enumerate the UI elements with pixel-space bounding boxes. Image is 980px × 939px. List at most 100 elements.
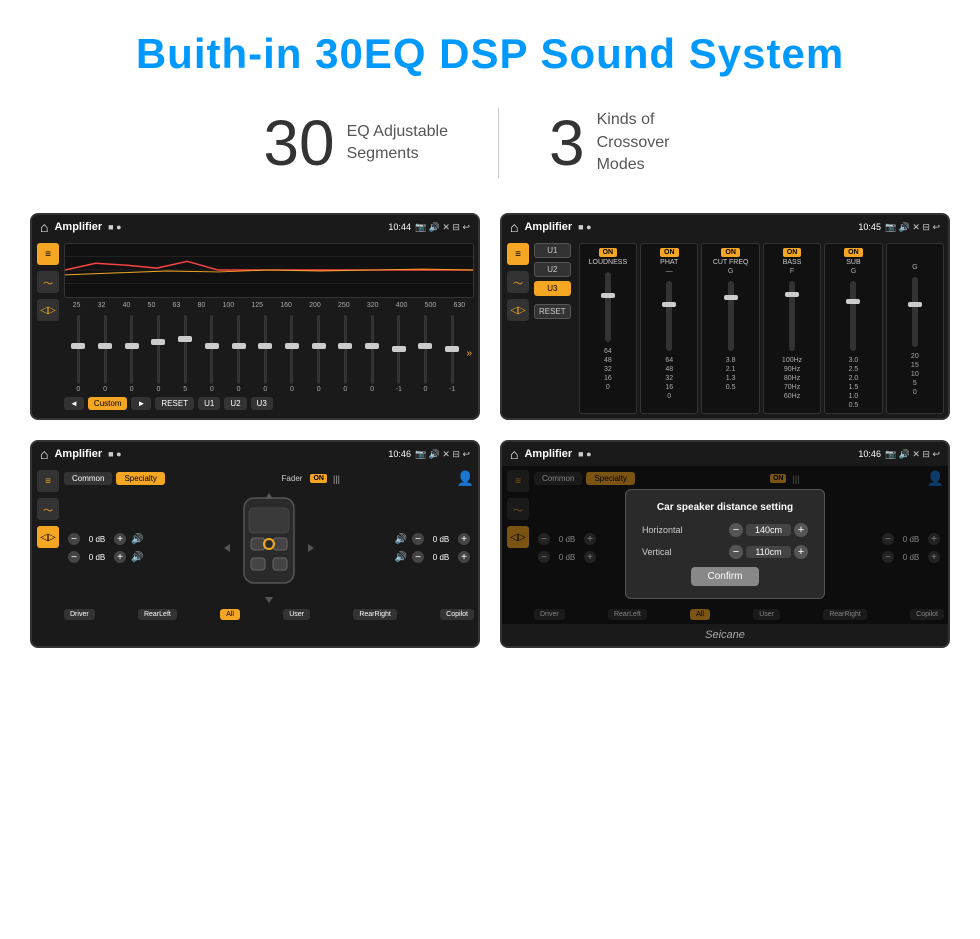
cv-cutfreq: ON CUT FREQ G 3.8 2.1 1.3 0.5	[701, 243, 759, 414]
right-controls: 🔊 − 0 dB + 🔊 − 0 dB +	[395, 533, 470, 563]
copilot-button[interactable]: Copilot	[440, 609, 474, 620]
sp-wave-icon[interactable]: 〜	[37, 498, 59, 520]
horizontal-value: 140cm	[746, 524, 791, 536]
screen4-status-icons: 📷 🔊 ✕ ⊟ ↩	[885, 449, 940, 460]
sub-label: SUB	[846, 259, 860, 266]
vertical-minus[interactable]: −	[729, 545, 743, 559]
vertical-plus[interactable]: +	[794, 545, 808, 559]
user-button[interactable]: User	[283, 609, 310, 620]
crossover-cols: ON LOUDNESS 64 48 32 16 0 ON PHAT —	[579, 243, 944, 414]
u1-preset[interactable]: U1	[534, 243, 571, 258]
screen3-top: Common Specialty Fader ON ||| 👤	[64, 470, 474, 487]
u3-preset[interactable]: U3	[534, 281, 571, 296]
eq-slider-2[interactable]: 0	[93, 313, 118, 393]
expand-icon[interactable]: »	[467, 348, 473, 359]
page-title: Buith-in 30EQ DSP Sound System	[20, 30, 960, 78]
driver-button[interactable]: Driver	[64, 609, 95, 620]
u2-preset[interactable]: U2	[534, 262, 571, 277]
reset-button[interactable]: RESET	[155, 397, 194, 410]
sub-on[interactable]: ON	[844, 248, 863, 257]
common-tab[interactable]: Common	[64, 472, 112, 485]
vol-rr-minus[interactable]: −	[412, 551, 424, 563]
eq-slider-9[interactable]: 0	[280, 313, 305, 393]
eq-slider-15[interactable]: -1	[440, 313, 465, 393]
eq-freq-labels: 253240506380100125160200250320400500630	[64, 302, 474, 309]
eq-slider-3[interactable]: 0	[119, 313, 144, 393]
confirm-button[interactable]: Confirm	[691, 567, 758, 586]
prev-button[interactable]: ◄	[64, 397, 84, 410]
loudness-slider[interactable]	[605, 272, 611, 342]
horizontal-minus[interactable]: −	[729, 523, 743, 537]
vol-fr-minus[interactable]: −	[412, 533, 424, 545]
eq-slider-1[interactable]: 0	[66, 313, 91, 393]
eq-slider-14[interactable]: 0	[413, 313, 438, 393]
horizontal-label: Horizontal	[642, 525, 683, 535]
bass-label: BASS	[783, 259, 802, 266]
eq-slider-11[interactable]: 0	[333, 313, 358, 393]
u3-button[interactable]: U3	[251, 397, 273, 410]
phat-on[interactable]: ON	[660, 248, 679, 257]
sp-eq-icon[interactable]: ≡	[37, 470, 59, 492]
sub-slider[interactable]	[850, 281, 856, 351]
cutfreq-on[interactable]: ON	[721, 248, 740, 257]
extra-slider[interactable]	[912, 277, 918, 347]
screen3-time: 10:46	[388, 449, 411, 459]
eq-slider-7[interactable]: 0	[226, 313, 251, 393]
u2-button[interactable]: U2	[224, 397, 246, 410]
cv-wave-icon[interactable]: 〜	[507, 271, 529, 293]
speaker-fr-icon: 🔊	[395, 534, 407, 545]
bass-slider[interactable]	[789, 281, 795, 351]
vol-fl-value: 0 dB	[83, 535, 111, 544]
u1-button[interactable]: U1	[198, 397, 220, 410]
cv-sub: ON SUB G 3.0 2.5 2.0 1.5 1.0 0.5	[824, 243, 882, 414]
car-diagram	[224, 493, 314, 603]
profile-icon: 👤	[457, 470, 474, 487]
phat-slider[interactable]	[666, 281, 672, 351]
eq-slider-10[interactable]: 0	[306, 313, 331, 393]
vol-fr-plus[interactable]: +	[458, 533, 470, 545]
cv-vol-icon[interactable]: ◁▷	[507, 299, 529, 321]
vol-rl-plus[interactable]: +	[114, 551, 126, 563]
specialty-tab[interactable]: Specialty	[116, 472, 164, 485]
eq-icon[interactable]: ≡	[37, 243, 59, 265]
vol-fl-plus[interactable]: +	[114, 533, 126, 545]
screen2-sidebar: ≡ 〜 ◁▷	[506, 243, 530, 414]
all-button[interactable]: All	[220, 609, 240, 620]
screenshots-grid: ⌂ Amplifier ■ ● 10:44 📷 🔊 ✕ ⊟ ↩ ≡ 〜 ◁▷	[0, 203, 980, 668]
vol-rr-value: 0 dB	[427, 553, 455, 562]
cv-reset-btn[interactable]: RESET	[534, 304, 571, 319]
eq-slider-6[interactable]: 0	[200, 313, 225, 393]
loudness-on[interactable]: ON	[599, 248, 618, 257]
sp-vol-icon[interactable]: ◁▷	[37, 526, 59, 548]
stats-row: 30 EQ AdjustableSegments 3 Kinds ofCross…	[0, 88, 980, 203]
rearleft-button[interactable]: RearLeft	[138, 609, 177, 620]
screen3-container: ⌂ Amplifier ■ ● 10:46 📷 🔊 ✕ ⊟ ↩ ≡ 〜 ◁▷	[30, 440, 480, 648]
cv-eq-icon[interactable]: ≡	[507, 243, 529, 265]
eq-slider-5[interactable]: 5	[173, 313, 198, 393]
fader-label: Fader	[282, 474, 303, 483]
play-button[interactable]: ►	[131, 397, 151, 410]
screen2-app-title: Amplifier	[524, 221, 572, 233]
eq-slider-8[interactable]: 0	[253, 313, 278, 393]
screen1-icons: ■ ●	[108, 222, 121, 232]
screen4-rec-icons: ■ ●	[578, 449, 591, 459]
horizontal-plus[interactable]: +	[794, 523, 808, 537]
eq-slider-13[interactable]: -1	[386, 313, 411, 393]
custom-button[interactable]: Custom	[88, 397, 128, 410]
vol-icon[interactable]: ◁▷	[37, 299, 59, 321]
screen2-container: ⌂ Amplifier ■ ● 10:45 📷 🔊 ✕ ⊟ ↩ ≡ 〜 ◁▷	[500, 213, 950, 420]
bass-on[interactable]: ON	[783, 248, 802, 257]
wave-icon[interactable]: 〜	[37, 271, 59, 293]
screen1-statusbar: ⌂ Amplifier ■ ● 10:44 📷 🔊 ✕ ⊟ ↩	[32, 215, 478, 239]
speaker-rr-icon: 🔊	[395, 552, 407, 563]
vol-fl-minus[interactable]: −	[68, 533, 80, 545]
rearright-button[interactable]: RearRight	[353, 609, 397, 620]
vol-rl-value: 0 dB	[83, 553, 111, 562]
vol-rr-plus[interactable]: +	[458, 551, 470, 563]
vol-rl-minus[interactable]: −	[68, 551, 80, 563]
cutfreq-slider[interactable]	[728, 281, 734, 351]
eq-slider-12[interactable]: 0	[360, 313, 385, 393]
eq-slider-4[interactable]: 0	[146, 313, 171, 393]
stat-item-eq: 30 EQ AdjustableSegments	[213, 111, 498, 175]
screen3-home-icon: ⌂	[40, 446, 48, 462]
